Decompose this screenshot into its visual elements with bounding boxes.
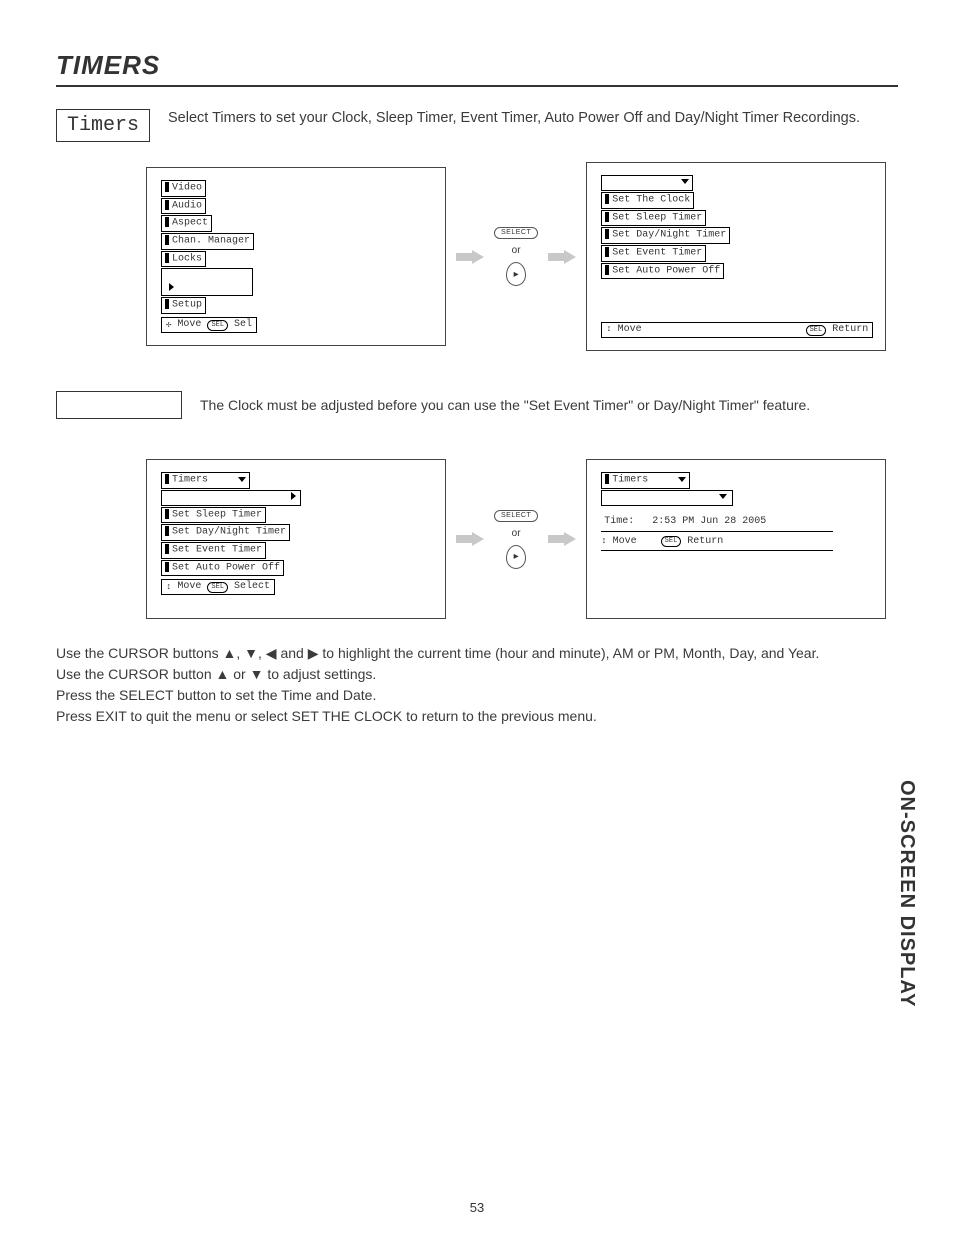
menu-item-highlight <box>601 490 733 506</box>
or-label: or <box>512 528 521 539</box>
or-label: or <box>512 245 521 256</box>
note-row: The Clock must be adjusted before you ca… <box>56 391 898 419</box>
title-rule <box>56 85 898 87</box>
menu-item-highlight <box>161 490 301 506</box>
intro-text: Select Timers to set your Clock, Sleep T… <box>168 109 860 129</box>
updown-icon: ↕ <box>606 324 611 334</box>
select-button-icon: SELECT <box>494 227 538 239</box>
menu-item: Set Sleep Timer <box>161 507 266 524</box>
menu-item: Set Day/Night Timer <box>601 227 730 244</box>
sel-pill-icon: SEL <box>806 325 827 336</box>
menu-item: Set Sleep Timer <box>601 210 706 227</box>
osd-footer: ↕ Move SEL Return <box>601 322 873 338</box>
time-row: Time: 2:53 PM Jun 28 2005 <box>601 515 769 529</box>
menu-item: Audio <box>161 198 206 215</box>
instruction-line: Press the SELECT button to set the Time … <box>56 685 898 706</box>
move-icon: ✢ <box>166 320 171 331</box>
page-title: TIMERS <box>56 50 898 81</box>
menu-item: Set Day/Night Timer <box>161 524 290 541</box>
arrow-right-icon <box>456 250 484 264</box>
diagram-row-1: Video Audio Aspect Chan. Manager Locks S… <box>146 162 898 351</box>
sel-pill-icon: SEL <box>661 536 682 547</box>
cursor-right-button-icon: ▸ <box>506 262 526 286</box>
menu-header: Timers <box>161 472 250 489</box>
menu-item: Set Event Timer <box>161 542 266 559</box>
arrow-right-icon <box>548 250 576 264</box>
osd-main-menu: Video Audio Aspect Chan. Manager Locks S… <box>146 167 446 346</box>
menu-item: Set Auto Power Off <box>601 263 724 280</box>
note-label-box <box>56 391 182 419</box>
osd-footer: ↕ Move SEL Return <box>601 536 723 548</box>
footer-sel: Sel <box>234 319 252 331</box>
menu-item: Set The Clock <box>601 192 694 209</box>
osd-timers-menu: Set The Clock Set Sleep Timer Set Day/Ni… <box>586 162 886 351</box>
select-or-cursor: SELECT or ▸ <box>494 510 538 569</box>
menu-item: Set Auto Power Off <box>161 560 284 577</box>
page-number: 53 <box>0 1200 954 1215</box>
select-button-icon: SELECT <box>494 510 538 522</box>
osd-footer: ↕ Move SEL Select <box>161 579 275 595</box>
arrow-right-icon <box>456 532 484 546</box>
cursor-right-button-icon: ▸ <box>506 545 526 569</box>
menu-item: Aspect <box>161 215 212 232</box>
updown-icon: ↕ <box>166 582 171 593</box>
sel-pill-icon: SEL <box>207 320 228 331</box>
select-or-cursor: SELECT or ▸ <box>494 227 538 286</box>
note-text: The Clock must be adjusted before you ca… <box>200 397 810 413</box>
diagram-row-2: Timers Set Sleep Timer Set Day/Night Tim… <box>146 459 898 619</box>
menu-item: Locks <box>161 251 206 268</box>
menu-item: Chan. Manager <box>161 233 254 250</box>
menu-item: Video <box>161 180 206 197</box>
menu-item: Set Event Timer <box>601 245 706 262</box>
sel-pill-icon: SEL <box>207 582 228 593</box>
instruction-block: Use the CURSOR buttons ▲, ▼, ◀ and ▶ to … <box>56 643 898 727</box>
updown-icon: ↕ <box>601 536 606 547</box>
instruction-line: Use the CURSOR buttons ▲, ▼, ◀ and ▶ to … <box>56 643 898 664</box>
timers-label-box: Timers <box>56 109 150 142</box>
footer-move: Move <box>177 319 201 331</box>
menu-header-arrow <box>601 175 693 191</box>
section-side-label: ON-SCREEN DISPLAY <box>895 780 918 1007</box>
menu-item-highlight <box>161 268 253 296</box>
osd-timers-submenu: Timers Set Sleep Timer Set Day/Night Tim… <box>146 459 446 619</box>
osd-set-clock: Timers Time: 2:53 PM Jun 28 2005 ↕ Move … <box>586 459 886 619</box>
arrow-right-icon <box>548 532 576 546</box>
osd-footer: ✢ Move SEL Sel <box>161 317 257 333</box>
instruction-line: Use the CURSOR button ▲ or ▼ to adjust s… <box>56 664 898 685</box>
instruction-line: Press EXIT to quit the menu or select SE… <box>56 706 898 727</box>
menu-header: Timers <box>601 472 690 489</box>
menu-item: Setup <box>161 297 206 314</box>
intro-row: Timers Select Timers to set your Clock, … <box>56 109 898 142</box>
